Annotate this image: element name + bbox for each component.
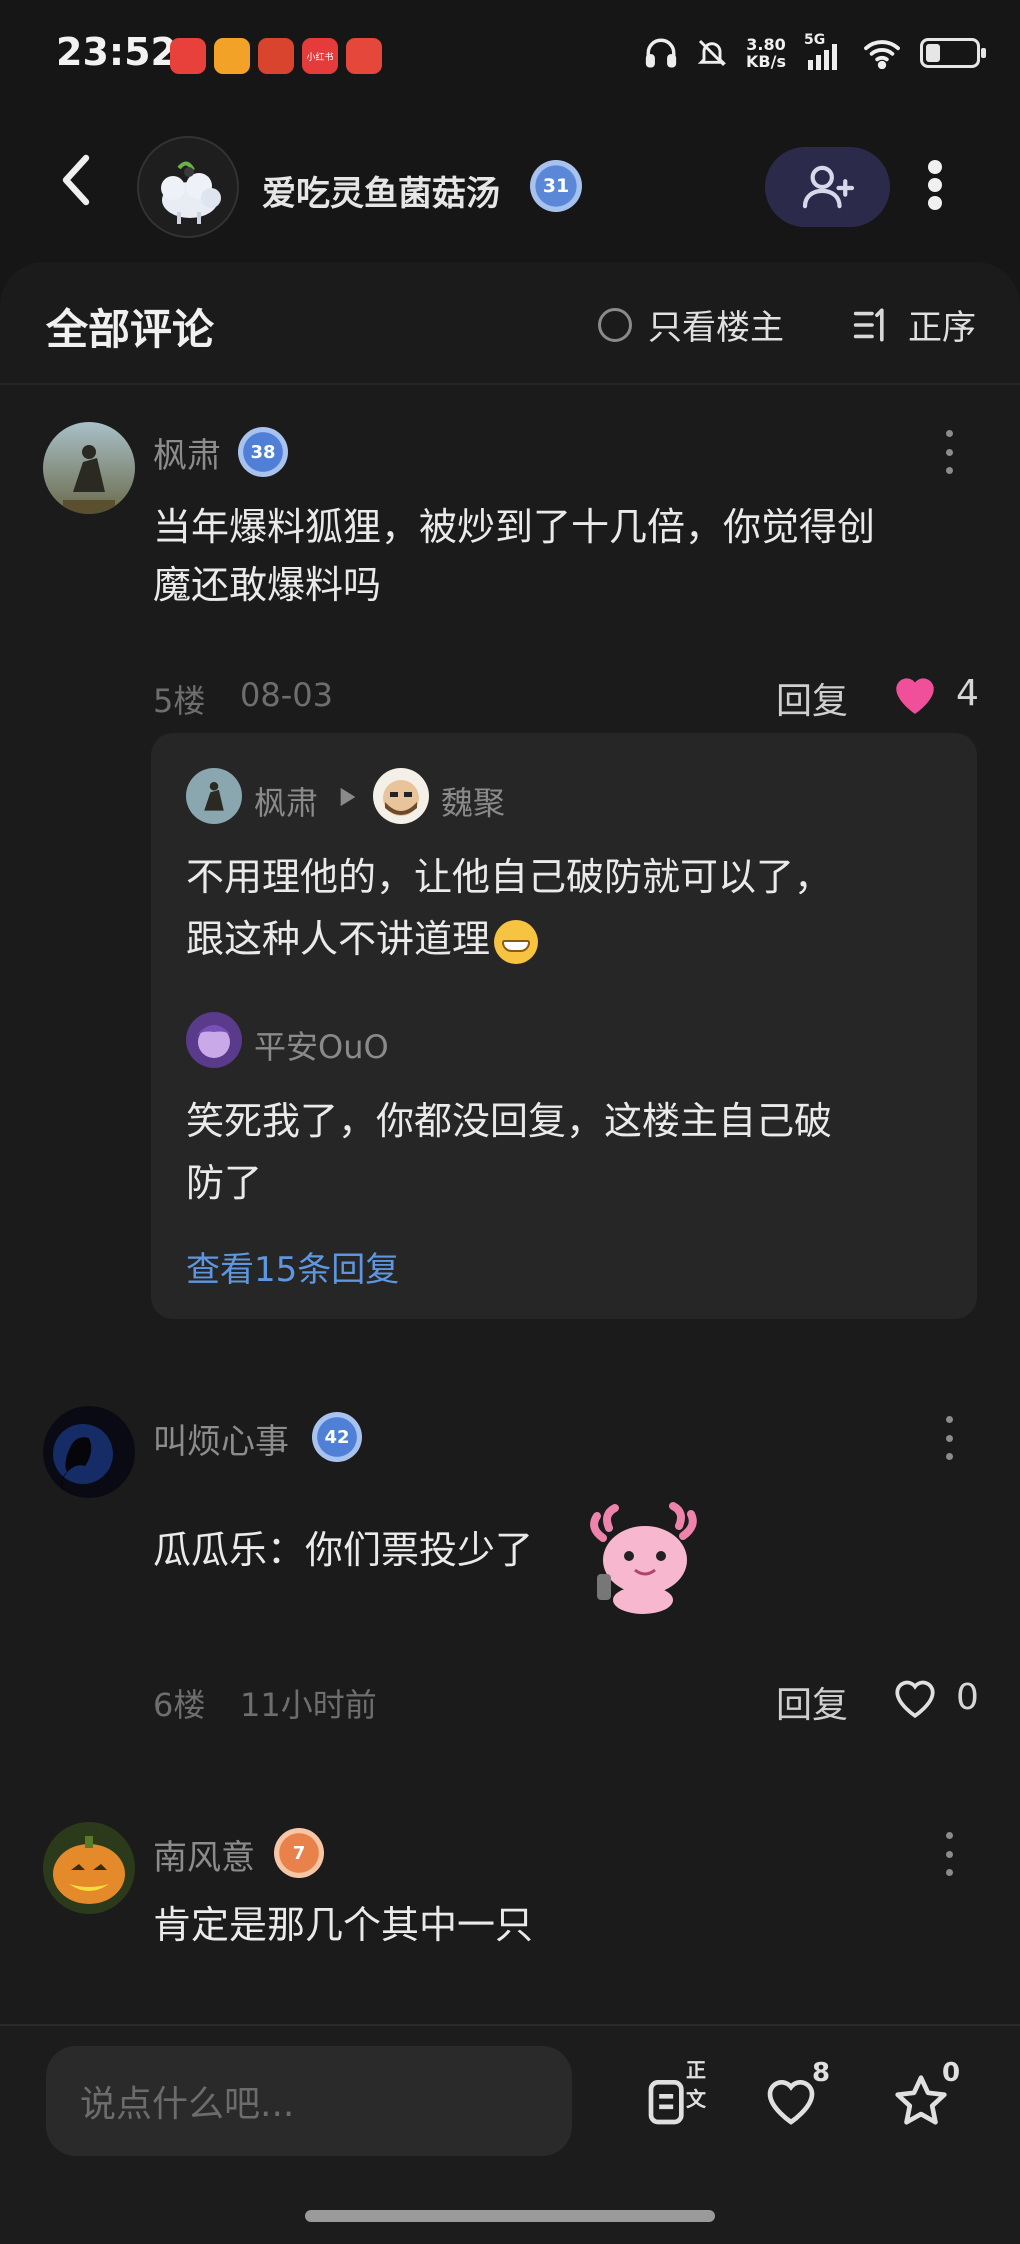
op-only-label: 只看楼主 bbox=[648, 308, 784, 348]
battery-icon bbox=[920, 38, 986, 68]
reply-author[interactable]: 平安OuO bbox=[254, 1022, 389, 1068]
reply-avatar[interactable] bbox=[186, 1012, 242, 1068]
anime-avatar-icon bbox=[186, 1012, 242, 1068]
axolotl-sticker-icon bbox=[583, 1488, 709, 1618]
comment-text: 瓜瓜乐：你们票投少了 bbox=[153, 1528, 534, 1572]
app-orange-icon bbox=[214, 38, 250, 74]
comment-avatar[interactable] bbox=[43, 1406, 135, 1498]
mute-bell-icon bbox=[697, 39, 727, 67]
comment-more-button[interactable] bbox=[939, 1416, 959, 1460]
warrior-avatar-icon bbox=[186, 768, 242, 824]
comment-more-button[interactable] bbox=[939, 430, 959, 474]
post-star-count: 0 bbox=[942, 2058, 961, 2088]
panel-divider bbox=[0, 383, 1020, 385]
comment-input[interactable]: 说点什么吧... bbox=[46, 2046, 572, 2156]
like-count: 0 bbox=[956, 1676, 979, 1718]
more-options-button[interactable] bbox=[915, 155, 955, 215]
view-more-replies-link[interactable]: 查看15条回复 bbox=[186, 1242, 399, 1291]
sort-button[interactable]: 正序 bbox=[852, 300, 976, 349]
app-red-box-icon bbox=[258, 38, 294, 74]
like-button[interactable]: 0 bbox=[890, 1674, 979, 1720]
reply-text: 不用理他的，让他自己破防就可以了， 跟这种人不讲道理 bbox=[186, 846, 946, 970]
comment-level-badge: 38 bbox=[238, 427, 288, 477]
warrior-avatar-icon bbox=[43, 422, 135, 514]
add-user-icon bbox=[802, 165, 854, 209]
comment-avatar[interactable] bbox=[43, 1822, 135, 1914]
like-count: 4 bbox=[956, 672, 979, 714]
app-red-tag-label: 小红书 bbox=[306, 52, 334, 63]
view-post-button[interactable]: 正文 bbox=[630, 2058, 706, 2136]
author-name[interactable]: 爱吃灵鱼菌菇汤 bbox=[262, 166, 500, 215]
more-vertical-icon bbox=[928, 160, 942, 210]
wifi-icon bbox=[864, 40, 900, 69]
sheep-avatar-icon bbox=[139, 138, 237, 236]
sort-icon bbox=[853, 307, 884, 342]
grin-emoji-icon bbox=[494, 919, 539, 964]
app-red-icon bbox=[170, 38, 206, 74]
net-speed: 3.80 KB/s bbox=[746, 35, 786, 71]
comment-author[interactable]: 叫烦心事 bbox=[153, 1414, 289, 1463]
author-avatar[interactable] bbox=[137, 136, 239, 238]
reply-to-arrow-icon bbox=[340, 787, 356, 807]
status-bar: 23:52 小红书 3.80 KB/s 5G bbox=[0, 0, 1020, 110]
comment-time: 11小时前 bbox=[240, 1686, 377, 1724]
reply-button[interactable]: 回复 bbox=[776, 672, 848, 724]
reply-to-name[interactable]: 魏聚 bbox=[441, 778, 505, 824]
reply-to-avatar[interactable] bbox=[373, 768, 429, 824]
op-only-toggle[interactable]: 只看楼主 bbox=[598, 300, 784, 349]
author-level-badge: 31 bbox=[530, 160, 582, 212]
comment-author[interactable]: 南风意 bbox=[153, 1830, 255, 1879]
comment-input-placeholder: 说点什么吧... bbox=[80, 2084, 295, 2125]
back-button[interactable] bbox=[56, 150, 116, 220]
comment-level-badge: 42 bbox=[312, 1412, 362, 1462]
sort-label: 正序 bbox=[908, 308, 976, 348]
follow-button[interactable] bbox=[765, 147, 890, 227]
comment-author[interactable]: 枫肃 bbox=[153, 428, 221, 477]
post-badge: 正文 bbox=[686, 2058, 706, 2111]
post-like-count: 8 bbox=[812, 2058, 831, 2088]
pumpkin-avatar-icon bbox=[43, 1822, 135, 1914]
heart-outline-icon bbox=[895, 1680, 935, 1718]
app-red-tag-icon: 小红书 bbox=[302, 38, 338, 74]
comment-floor: 5楼 bbox=[153, 682, 206, 720]
reply-author[interactable]: 枫肃 bbox=[254, 778, 318, 824]
bearded-avatar-icon bbox=[373, 768, 429, 824]
reply-avatar[interactable] bbox=[186, 768, 242, 824]
radio-icon bbox=[598, 307, 632, 342]
heart-filled-icon bbox=[896, 678, 934, 714]
status-indicators: 3.80 KB/s 5G bbox=[644, 32, 986, 71]
chevron-left-icon bbox=[62, 154, 90, 206]
signal-icon: 5G bbox=[804, 32, 844, 70]
headphones-icon bbox=[645, 38, 677, 68]
comment-text: 肯定是那几个其中一只 bbox=[153, 1903, 534, 1947]
comments-title: 全部评论 bbox=[46, 305, 215, 354]
status-time: 23:52 bbox=[56, 30, 177, 74]
comment-time: 08-03 bbox=[240, 676, 333, 714]
post-like-button[interactable]: 8 bbox=[756, 2058, 830, 2136]
comment-floor: 6楼 bbox=[153, 1686, 206, 1724]
home-indicator[interactable] bbox=[305, 2210, 715, 2222]
post-favorite-button[interactable]: 0 bbox=[886, 2058, 960, 2136]
reply-text: 笑死我了，你都没回复，这楼主自己破 防了 bbox=[186, 1099, 833, 1205]
reply-button[interactable]: 回复 bbox=[776, 1676, 848, 1728]
comment-level-badge: 7 bbox=[274, 1828, 324, 1878]
comment-avatar[interactable] bbox=[43, 422, 135, 514]
app-alarm-icon bbox=[346, 38, 382, 74]
like-button[interactable]: 4 bbox=[890, 670, 979, 716]
comment-more-button[interactable] bbox=[939, 1832, 959, 1876]
comment-text: 当年爆料狐狸，被炒到了十几倍，你觉得创 魔还敢爆料吗 bbox=[153, 505, 876, 607]
silhouette-avatar-icon bbox=[43, 1406, 135, 1498]
